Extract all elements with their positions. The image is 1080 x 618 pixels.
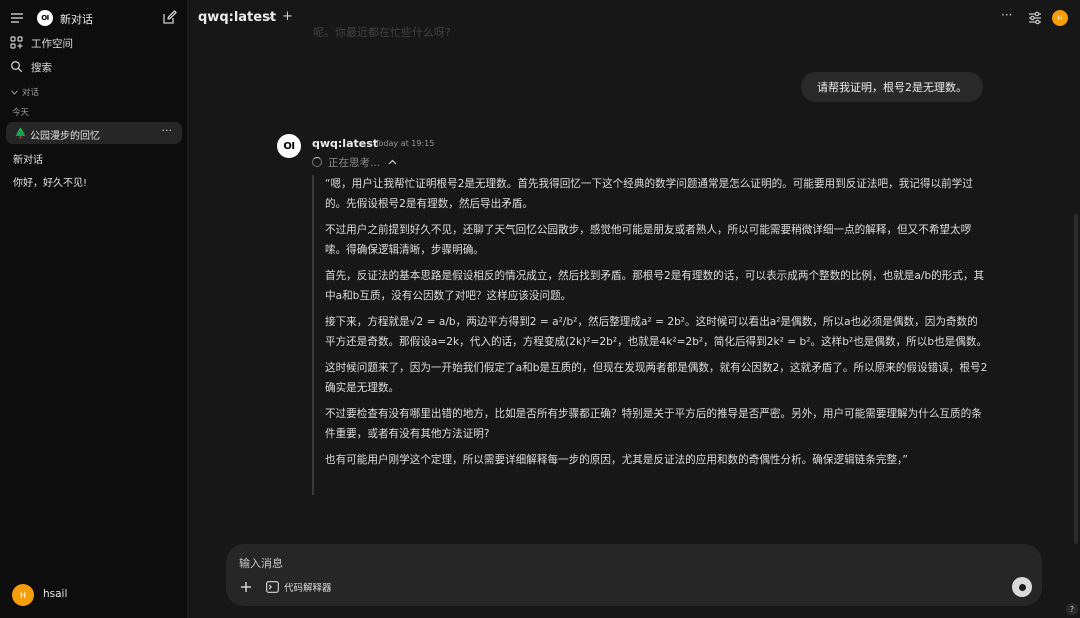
plus-icon[interactable] bbox=[239, 580, 253, 594]
avatar[interactable]: H bbox=[1052, 10, 1068, 26]
new-chat-link[interactable]: 新对话 bbox=[60, 11, 93, 27]
assistant-name: qwq:latest bbox=[312, 137, 379, 150]
thinking-status: 正在思考... bbox=[328, 156, 381, 169]
conversation-label: 公园漫步的回忆 bbox=[30, 131, 100, 142]
app-logo: OI bbox=[37, 10, 53, 26]
reasoning-paragraph: 不过要检查有没有哪里出错的地方，比如是否所有步骤都正确？特别是关于平方后的推导是… bbox=[325, 408, 982, 440]
more-options-icon[interactable]: ··· bbox=[162, 124, 173, 137]
chevron-up-icon bbox=[388, 159, 397, 165]
reasoning-paragraph: 也有可能用户刚学这个定理，所以需要详细解释每一步的原因，尤其是反证法的应用和数的… bbox=[325, 454, 908, 466]
sidebar-item-search[interactable]: 搜索 bbox=[0, 57, 188, 77]
more-options-icon[interactable]: ··· bbox=[1001, 8, 1012, 22]
chevron-down-icon bbox=[11, 89, 18, 95]
conversation-item-active[interactable]: 公园漫步的回忆 ··· bbox=[6, 122, 182, 144]
user-message: 请帮我证明，根号2是无理数。 bbox=[801, 72, 983, 102]
edit-icon[interactable] bbox=[162, 10, 177, 25]
conversation-item[interactable]: 新对话 bbox=[6, 146, 182, 168]
message-input[interactable] bbox=[239, 554, 939, 572]
spinner-icon bbox=[312, 157, 322, 167]
sidebar-item-label: 工作空间 bbox=[31, 38, 73, 50]
user-name: hsail bbox=[43, 588, 68, 600]
conversation-label: 新对话 bbox=[13, 155, 43, 166]
section-label: 对话 bbox=[22, 88, 40, 98]
stop-icon bbox=[1018, 583, 1026, 591]
user-profile[interactable]: H hsail bbox=[12, 584, 182, 606]
sidebar-header: OI 新对话 bbox=[0, 6, 188, 30]
terminal-icon bbox=[266, 581, 279, 593]
add-model-button[interactable]: + bbox=[282, 9, 293, 24]
sidebar-item-workspace[interactable]: 工作空间 bbox=[0, 33, 188, 53]
reasoning-block: “嗯，用户让我帮忙证明根号2是无理数。首先我得回忆一下这个经典的数学问题通常是怎… bbox=[312, 175, 988, 495]
sidebar-item-label: 搜索 bbox=[31, 62, 52, 74]
scrollbar-thumb[interactable] bbox=[1074, 214, 1078, 544]
code-interpreter-label: 代码解释器 bbox=[284, 583, 332, 594]
thinking-toggle[interactable]: 正在思考... bbox=[312, 155, 397, 169]
code-interpreter-button[interactable]: 代码解释器 bbox=[266, 580, 332, 594]
conversation-label: 你好，好久不见! bbox=[13, 178, 88, 189]
reasoning-paragraph: 这时候问题来了，因为一开始我们假定了a和b是互质的，但现在发现两者都是偶数，就有… bbox=[325, 362, 988, 394]
reasoning-paragraph: 不过用户之前提到好久不见，还聊了天气回忆公园散步，感觉他可能是朋友或者熟人，所以… bbox=[325, 224, 972, 256]
sidebar: OI 新对话 工作空间 搜索 对话 今天 公园漫步的回忆 ··· 新对话 你好，… bbox=[0, 0, 188, 618]
assistant-avatar: OI bbox=[277, 134, 301, 158]
grid-icon bbox=[10, 36, 23, 49]
conversation-item[interactable]: 你好，好久不见! bbox=[6, 169, 182, 191]
section-toggle-conversations[interactable]: 对话 bbox=[11, 86, 39, 98]
reasoning-paragraph: 首先，反证法的基本思路是假设相反的情况成立，然后找到矛盾。那根号2是有理数的话，… bbox=[325, 270, 985, 302]
help-button[interactable]: ? bbox=[1066, 603, 1078, 615]
previous-message-fragment: 呢。你最近都在忙些什么呀? bbox=[313, 26, 451, 39]
message-timestamp: Today at 19:15 bbox=[375, 139, 435, 148]
tree-icon bbox=[15, 127, 26, 139]
sliders-icon[interactable] bbox=[1028, 11, 1042, 25]
group-label-today: 今天 bbox=[12, 108, 30, 118]
reasoning-paragraph: “嗯，用户让我帮忙证明根号2是无理数。首先我得回忆一下这个经典的数学问题通常是怎… bbox=[325, 178, 973, 210]
menu-icon[interactable] bbox=[10, 11, 24, 25]
chat-main: qwq:latest + ··· H 呢。你最近都在忙些什么呀? 请帮我证明，根… bbox=[188, 0, 1080, 618]
search-icon bbox=[11, 61, 23, 73]
stop-button[interactable] bbox=[1012, 577, 1032, 597]
chevron-down-icon[interactable] bbox=[264, 15, 273, 21]
message-composer: 代码解释器 bbox=[226, 544, 1042, 606]
avatar: H bbox=[12, 584, 34, 606]
reasoning-paragraph: 接下来，方程就是√2 = a/b，两边平方得到2 = a²/b²，然后整理成a²… bbox=[325, 316, 988, 348]
